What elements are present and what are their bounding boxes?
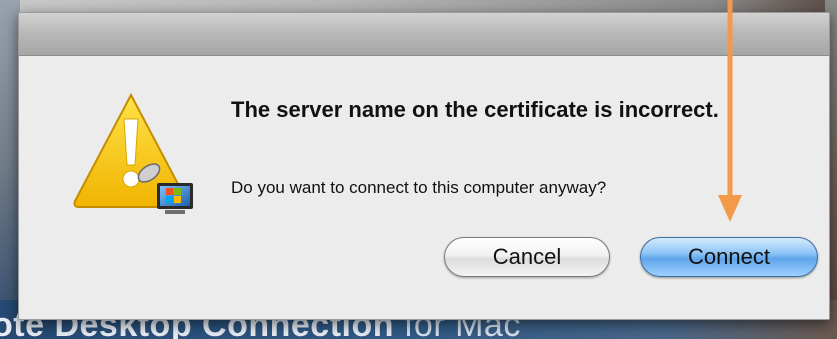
annotation-arrow-icon (718, 0, 742, 222)
cancel-button[interactable]: Cancel (444, 237, 610, 277)
warning-icon (73, 92, 201, 221)
dialog-title: The server name on the certificate is in… (231, 97, 719, 122)
connect-button[interactable]: Connect (640, 237, 818, 277)
background-window-left (0, 0, 20, 339)
